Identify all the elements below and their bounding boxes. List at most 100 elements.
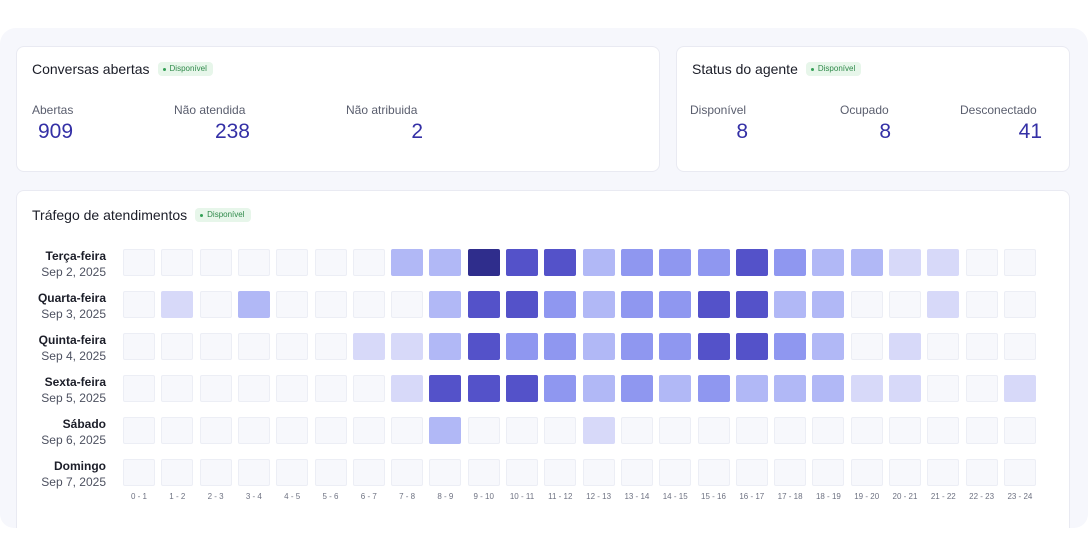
heatmap-cell[interactable] xyxy=(391,249,424,276)
heatmap-cell[interactable] xyxy=(1003,417,1036,444)
heatmap-cell[interactable] xyxy=(659,375,692,402)
heatmap-cell[interactable] xyxy=(429,459,462,486)
heatmap-cell[interactable] xyxy=(812,249,845,276)
heatmap-cell[interactable] xyxy=(735,249,768,276)
heatmap-cell[interactable] xyxy=(889,417,921,444)
heatmap-cell[interactable] xyxy=(965,291,998,318)
heatmap-cell[interactable] xyxy=(123,417,155,444)
heatmap-cell[interactable] xyxy=(659,291,692,318)
heatmap-cell[interactable] xyxy=(506,249,538,276)
heatmap-cell[interactable] xyxy=(161,333,194,360)
heatmap-cell[interactable] xyxy=(1003,333,1036,360)
heatmap-cell[interactable] xyxy=(965,417,998,444)
heatmap-cell[interactable] xyxy=(199,375,232,402)
heatmap-cell[interactable] xyxy=(582,333,615,360)
heatmap-cell[interactable] xyxy=(850,249,883,276)
heatmap-cell[interactable] xyxy=(199,417,232,444)
heatmap-cell[interactable] xyxy=(391,291,424,318)
heatmap-cell[interactable] xyxy=(1003,375,1036,402)
heatmap-cell[interactable] xyxy=(735,375,768,402)
heatmap-cell[interactable] xyxy=(237,333,270,360)
heatmap-cell[interactable] xyxy=(620,333,653,360)
heatmap-cell[interactable] xyxy=(506,291,538,318)
heatmap-cell[interactable] xyxy=(467,417,500,444)
heatmap-cell[interactable] xyxy=(927,375,960,402)
heatmap-cell[interactable] xyxy=(927,459,960,486)
heatmap-cell[interactable] xyxy=(812,417,845,444)
heatmap-cell[interactable] xyxy=(199,291,232,318)
heatmap-cell[interactable] xyxy=(352,333,385,360)
heatmap-cell[interactable] xyxy=(544,249,577,276)
heatmap-cell[interactable] xyxy=(199,333,232,360)
heatmap-cell[interactable] xyxy=(735,417,768,444)
heatmap-cell[interactable] xyxy=(429,291,462,318)
heatmap-cell[interactable] xyxy=(697,291,730,318)
heatmap-cell[interactable] xyxy=(391,417,424,444)
heatmap-cell[interactable] xyxy=(582,417,615,444)
heatmap-cell[interactable] xyxy=(161,375,194,402)
heatmap-cell[interactable] xyxy=(889,375,921,402)
heatmap-cell[interactable] xyxy=(544,291,577,318)
heatmap-cell[interactable] xyxy=(314,291,347,318)
heatmap-cell[interactable] xyxy=(506,459,538,486)
heatmap-cell[interactable] xyxy=(659,459,692,486)
heatmap-cell[interactable] xyxy=(123,375,155,402)
heatmap-cell[interactable] xyxy=(620,375,653,402)
heatmap-cell[interactable] xyxy=(544,459,577,486)
heatmap-cell[interactable] xyxy=(812,333,845,360)
heatmap-cell[interactable] xyxy=(276,417,309,444)
heatmap-cell[interactable] xyxy=(352,459,385,486)
heatmap-cell[interactable] xyxy=(812,375,845,402)
heatmap-cell[interactable] xyxy=(774,333,807,360)
heatmap-cell[interactable] xyxy=(352,291,385,318)
heatmap-cell[interactable] xyxy=(123,459,155,486)
heatmap-cell[interactable] xyxy=(927,333,960,360)
heatmap-cell[interactable] xyxy=(965,375,998,402)
heatmap-cell[interactable] xyxy=(889,333,921,360)
heatmap-cell[interactable] xyxy=(391,459,424,486)
heatmap-cell[interactable] xyxy=(467,333,500,360)
heatmap-cell[interactable] xyxy=(965,249,998,276)
heatmap-cell[interactable] xyxy=(314,375,347,402)
heatmap-cell[interactable] xyxy=(506,417,538,444)
heatmap-cell[interactable] xyxy=(582,375,615,402)
heatmap-cell[interactable] xyxy=(697,417,730,444)
heatmap-cell[interactable] xyxy=(620,459,653,486)
heatmap-cell[interactable] xyxy=(123,291,155,318)
heatmap-cell[interactable] xyxy=(774,417,807,444)
heatmap-cell[interactable] xyxy=(850,375,883,402)
heatmap-cell[interactable] xyxy=(352,375,385,402)
heatmap-cell[interactable] xyxy=(276,291,309,318)
heatmap-cell[interactable] xyxy=(314,417,347,444)
heatmap-cell[interactable] xyxy=(735,459,768,486)
heatmap-cell[interactable] xyxy=(544,375,577,402)
heatmap-cell[interactable] xyxy=(889,459,921,486)
heatmap-cell[interactable] xyxy=(697,333,730,360)
heatmap-cell[interactable] xyxy=(314,459,347,486)
heatmap-cell[interactable] xyxy=(582,249,615,276)
heatmap-cell[interactable] xyxy=(237,291,270,318)
heatmap-cell[interactable] xyxy=(391,375,424,402)
heatmap-cell[interactable] xyxy=(659,249,692,276)
heatmap-cell[interactable] xyxy=(161,459,194,486)
heatmap-cell[interactable] xyxy=(774,375,807,402)
heatmap-cell[interactable] xyxy=(927,291,960,318)
heatmap-cell[interactable] xyxy=(1003,291,1036,318)
heatmap-cell[interactable] xyxy=(352,417,385,444)
heatmap-cell[interactable] xyxy=(506,333,538,360)
heatmap-cell[interactable] xyxy=(123,333,155,360)
heatmap-cell[interactable] xyxy=(199,459,232,486)
heatmap-cell[interactable] xyxy=(276,459,309,486)
heatmap-cell[interactable] xyxy=(659,417,692,444)
heatmap-cell[interactable] xyxy=(429,333,462,360)
heatmap-cell[interactable] xyxy=(276,375,309,402)
heatmap-cell[interactable] xyxy=(620,249,653,276)
heatmap-cell[interactable] xyxy=(774,459,807,486)
heatmap-cell[interactable] xyxy=(774,249,807,276)
heatmap-cell[interactable] xyxy=(620,291,653,318)
heatmap-cell[interactable] xyxy=(812,459,845,486)
heatmap-cell[interactable] xyxy=(161,417,194,444)
heatmap-cell[interactable] xyxy=(506,375,538,402)
heatmap-cell[interactable] xyxy=(697,375,730,402)
heatmap-cell[interactable] xyxy=(659,333,692,360)
